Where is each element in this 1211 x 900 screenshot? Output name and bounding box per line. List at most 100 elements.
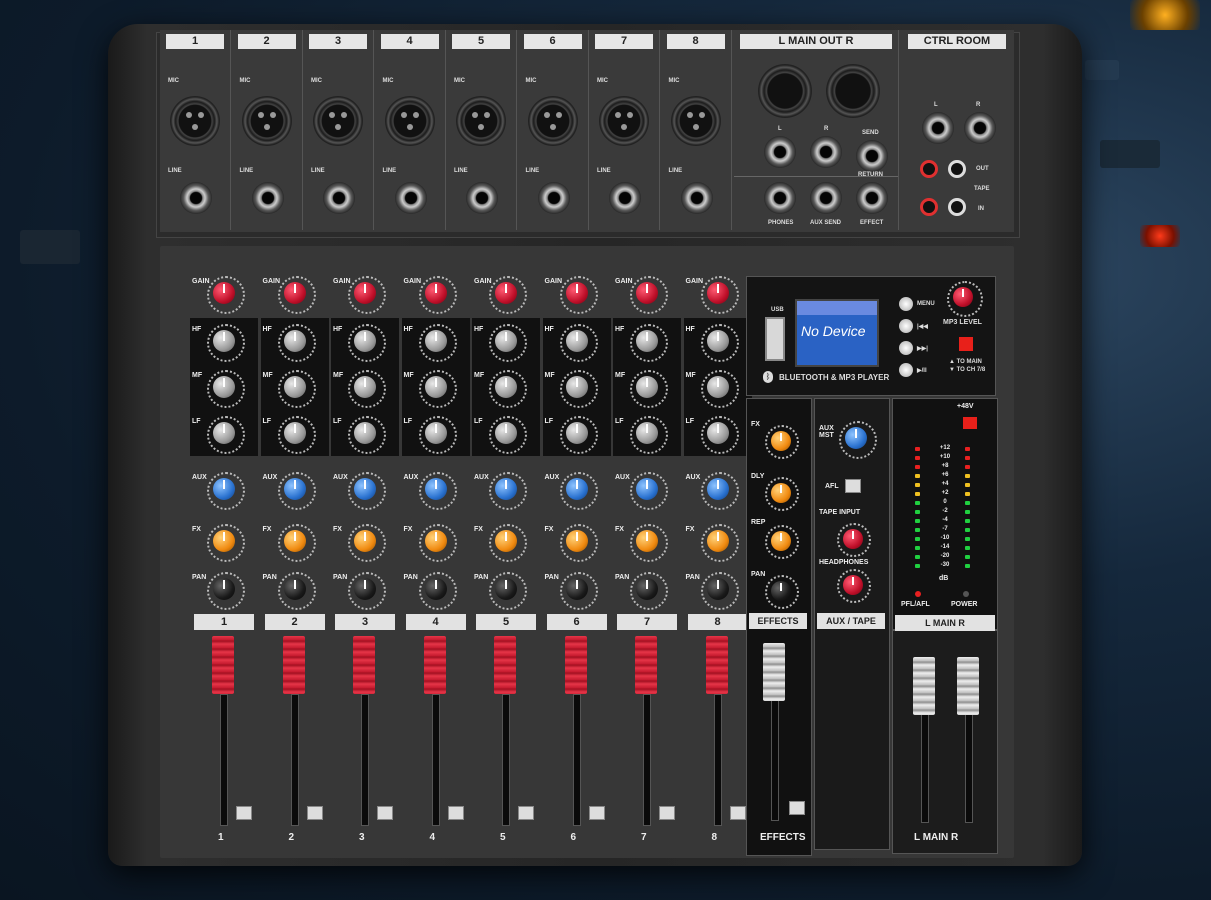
afl-button[interactable] <box>845 479 861 493</box>
effects-pan-knob[interactable] <box>771 581 791 601</box>
mic-xlr-input[interactable] <box>384 96 435 146</box>
ctrl-room-r-jack[interactable] <box>964 112 996 144</box>
gain-knob[interactable] <box>636 282 658 304</box>
effects-pfl-button[interactable] <box>789 801 805 815</box>
channel-fader[interactable] <box>353 636 375 694</box>
lf-knob[interactable] <box>424 422 447 444</box>
mf-knob[interactable] <box>636 376 658 398</box>
mic-xlr-input[interactable] <box>241 96 292 146</box>
pan-knob[interactable] <box>706 578 729 600</box>
phones-jack[interactable] <box>764 182 796 214</box>
ctrl-room-l-jack[interactable] <box>922 112 954 144</box>
mf-knob[interactable] <box>213 376 235 398</box>
mic-xlr-input[interactable] <box>170 96 220 146</box>
channel-fader[interactable] <box>564 636 587 694</box>
pfl-button[interactable] <box>306 806 323 820</box>
tape-out-l-rca[interactable] <box>920 160 938 178</box>
lf-knob[interactable] <box>495 422 517 444</box>
fx-knob[interactable] <box>495 530 517 552</box>
phantom-power-switch[interactable] <box>963 417 977 429</box>
mic-xlr-input[interactable] <box>527 96 578 146</box>
fx-knob[interactable] <box>424 530 447 552</box>
fx-knob[interactable] <box>213 530 235 552</box>
send-jack[interactable] <box>856 140 888 172</box>
fx-knob[interactable] <box>706 530 729 552</box>
gain-knob[interactable] <box>706 282 729 304</box>
lf-knob[interactable] <box>354 422 376 444</box>
pan-knob[interactable] <box>565 578 588 600</box>
mp3-routing-switch[interactable] <box>959 337 973 351</box>
lf-knob[interactable] <box>283 422 306 444</box>
play-pause-button[interactable] <box>899 363 913 377</box>
aux-knob[interactable] <box>424 478 447 500</box>
fx-knob[interactable] <box>354 530 376 552</box>
gain-knob[interactable] <box>495 282 517 304</box>
hf-knob[interactable] <box>565 330 588 352</box>
gain-knob[interactable] <box>283 282 306 304</box>
next-button[interactable] <box>899 341 913 355</box>
pan-knob[interactable] <box>354 578 376 600</box>
mf-knob[interactable] <box>495 376 517 398</box>
aux-l-jack[interactable] <box>764 136 796 168</box>
line-input-jack[interactable] <box>680 182 713 214</box>
tape-out-r-rca[interactable] <box>948 160 966 178</box>
fx-knob[interactable] <box>565 530 588 552</box>
mf-knob[interactable] <box>565 376 588 398</box>
line-input-jack[interactable] <box>394 182 427 214</box>
main-out-l-xlr[interactable] <box>758 64 812 118</box>
pfl-button[interactable] <box>447 806 464 820</box>
pfl-button[interactable] <box>377 806 393 820</box>
effects-rep-knob[interactable] <box>771 531 791 551</box>
mic-xlr-input[interactable] <box>670 96 721 146</box>
mic-xlr-input[interactable] <box>456 96 506 146</box>
effects-dly-knob[interactable] <box>771 483 791 503</box>
hf-knob[interactable] <box>424 330 447 352</box>
hf-knob[interactable] <box>636 330 658 352</box>
pfl-button[interactable] <box>236 806 252 820</box>
pan-knob[interactable] <box>636 578 658 600</box>
mf-knob[interactable] <box>283 376 306 398</box>
aux-knob[interactable] <box>565 478 588 500</box>
gain-knob[interactable] <box>354 282 376 304</box>
channel-fader[interactable] <box>282 636 305 694</box>
effects-fader[interactable] <box>763 643 785 701</box>
pan-knob[interactable] <box>213 578 235 600</box>
pfl-button[interactable] <box>659 806 675 820</box>
aux-knob[interactable] <box>283 478 306 500</box>
tape-in-r-rca[interactable] <box>948 198 966 216</box>
mic-xlr-input[interactable] <box>313 96 363 146</box>
aux-knob[interactable] <box>354 478 376 500</box>
line-input-jack[interactable] <box>466 182 498 214</box>
channel-fader[interactable] <box>635 636 657 694</box>
line-input-jack[interactable] <box>323 182 355 214</box>
hf-knob[interactable] <box>495 330 517 352</box>
aux-knob[interactable] <box>706 478 729 500</box>
channel-fader[interactable] <box>705 636 728 694</box>
fx-knob[interactable] <box>636 530 658 552</box>
lf-knob[interactable] <box>565 422 588 444</box>
hf-knob[interactable] <box>283 330 306 352</box>
mf-knob[interactable] <box>354 376 376 398</box>
main-out-r-xlr[interactable] <box>826 64 880 118</box>
main-l-fader[interactable] <box>913 657 935 715</box>
aux-knob[interactable] <box>636 478 658 500</box>
menu-button[interactable] <box>899 297 913 311</box>
tape-in-l-rca[interactable] <box>920 198 938 216</box>
aux-r-jack[interactable] <box>810 136 842 168</box>
channel-fader[interactable] <box>423 636 446 694</box>
usb-port[interactable] <box>765 317 785 361</box>
main-r-fader[interactable] <box>957 657 979 715</box>
aux-knob[interactable] <box>213 478 235 500</box>
headphones-knob[interactable] <box>843 575 863 595</box>
channel-fader[interactable] <box>212 636 234 694</box>
pan-knob[interactable] <box>283 578 306 600</box>
hf-knob[interactable] <box>706 330 729 352</box>
hf-knob[interactable] <box>213 330 235 352</box>
pan-knob[interactable] <box>424 578 447 600</box>
gain-knob[interactable] <box>565 282 588 304</box>
return-jack[interactable] <box>856 182 888 214</box>
aux-send-jack[interactable] <box>810 182 842 214</box>
pfl-button[interactable] <box>588 806 605 820</box>
effects-fx-knob[interactable] <box>771 431 791 451</box>
lf-knob[interactable] <box>636 422 658 444</box>
